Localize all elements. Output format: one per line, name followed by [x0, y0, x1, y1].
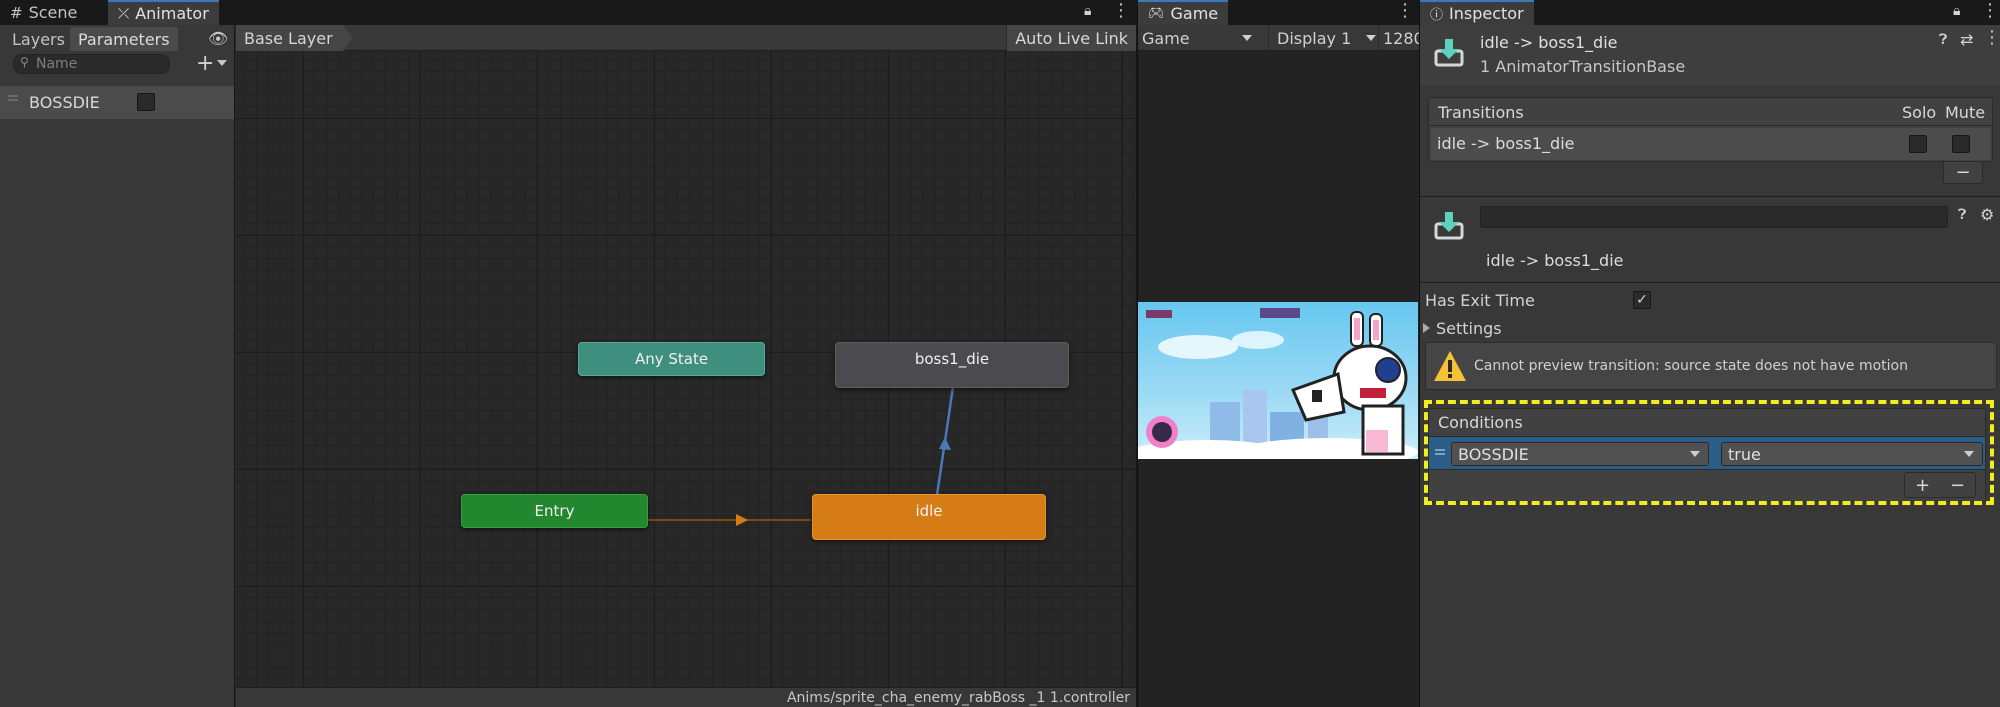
node-entry[interactable]: Entry: [461, 494, 648, 528]
divider: [1420, 282, 2000, 283]
more-menu-icon[interactable]: ⋮: [1112, 0, 1130, 21]
animator-window: # Scene ⤫ Animator 🔒︎ ⋮ Layers Parameter…: [0, 0, 1136, 707]
tab-parameters[interactable]: Parameters: [70, 27, 178, 51]
add-condition-button[interactable]: +: [1915, 475, 1930, 496]
inspector-title: idle -> boss1_die: [1480, 33, 1618, 52]
mute-column: Mute: [1945, 103, 1986, 122]
tab-layers[interactable]: Layers: [4, 27, 73, 51]
transitions-list-header: Transitions Solo Mute: [1429, 98, 1992, 126]
chevron-right-icon: [1423, 323, 1430, 333]
parameters-panel: Layers Parameters 👁︎ ⚲ Name + BOSSDIE: [0, 25, 235, 707]
animator-icon: ⤫: [118, 5, 130, 22]
more-menu-icon[interactable]: ⋮: [1396, 0, 1414, 21]
eye-icon[interactable]: 👁︎: [208, 29, 228, 48]
more-menu-icon[interactable]: ⋮: [1983, 27, 2000, 48]
transition-label: idle -> boss1_die: [1486, 251, 1624, 270]
animator-tabbar: # Scene ⤫ Animator 🔒︎ ⋮: [0, 0, 1136, 25]
conditions-footer: [1428, 470, 1986, 502]
parameter-bool-checkbox[interactable]: [137, 93, 155, 111]
search-icon: ⚲: [20, 55, 29, 69]
graph-toolbar: Base Layer Auto Live Link: [236, 25, 1136, 51]
help-icon[interactable]: ❓︎: [1958, 207, 1966, 223]
help-icon[interactable]: ❓︎: [1939, 32, 1947, 48]
node-any-state[interactable]: Any State: [578, 342, 765, 376]
tab-game[interactable]: 🎮︎ Game: [1138, 0, 1229, 25]
warning-box: Cannot preview transition: source state …: [1425, 342, 1997, 390]
mute-checkbox[interactable]: [1952, 135, 1970, 153]
game-mode-dropdown[interactable]: Game: [1142, 25, 1260, 51]
transitions-list: Transitions Solo Mute idle -> boss1_die: [1428, 97, 1993, 162]
parameter-search-input[interactable]: ⚲ Name: [13, 54, 170, 74]
gear-icon[interactable]: ⚙: [1980, 205, 1994, 224]
checkmark-icon: ✓: [1636, 292, 1648, 308]
condition-value-dropdown[interactable]: true: [1721, 442, 1983, 466]
resolution-dropdown[interactable]: 1280:: [1378, 25, 1420, 51]
node-idle[interactable]: idle: [812, 494, 1046, 540]
has-exit-time-label: Has Exit Time: [1425, 291, 1535, 310]
add-parameter-button[interactable]: +: [196, 51, 214, 76]
remove-condition-button[interactable]: −: [1950, 475, 1965, 496]
lock-icon[interactable]: 🔒︎: [1084, 3, 1091, 19]
chevron-down-icon: [1964, 451, 1974, 457]
drag-handle-icon[interactable]: [1435, 449, 1445, 451]
warning-text: Cannot preview transition: source state …: [1474, 358, 1908, 374]
presets-icon[interactable]: ⇄: [1960, 30, 1973, 49]
chevron-down-icon: [1242, 35, 1252, 41]
chevron-down-icon: [1366, 35, 1376, 41]
transition-name-input[interactable]: [1480, 206, 1948, 228]
chevron-down-icon: [1690, 451, 1700, 457]
remove-transition-button[interactable]: −: [1943, 162, 1983, 184]
breadcrumb[interactable]: Base Layer: [236, 25, 353, 51]
chevron-down-icon[interactable]: [217, 60, 227, 66]
settings-foldout[interactable]: Settings: [1423, 317, 1502, 339]
inspector-tabbar: ⓘ Inspector 🔒︎ ⋮: [1420, 0, 2000, 25]
controller-path: Anims/sprite_cha_enemy_rabBoss _1 1.cont…: [786, 689, 1130, 706]
tab-scene[interactable]: # Scene: [0, 0, 87, 25]
lock-icon[interactable]: 🔒︎: [1953, 3, 1960, 19]
inspector-window: ⓘ Inspector 🔒︎ ⋮ idle -> boss1_die 1 Ani…: [1419, 0, 2000, 707]
inspector-subtitle: 1 AnimatorTransitionBase: [1480, 57, 1686, 76]
more-menu-icon[interactable]: ⋮: [1981, 0, 1999, 21]
parameter-name: BOSSDIE: [29, 93, 100, 112]
game-viewport[interactable]: [1138, 302, 1418, 459]
warning-icon: [1434, 351, 1466, 381]
game-tabbar: 🎮︎ Game ⋮: [1138, 0, 1420, 25]
transition-row[interactable]: idle -> boss1_die: [1431, 128, 1990, 160]
transition-icon: [1434, 212, 1464, 240]
state-machine-graph[interactable]: Any State boss1_die Entry idle: [236, 51, 1136, 687]
has-exit-time-checkbox[interactable]: ✓: [1633, 291, 1651, 309]
condition-add-remove: + −: [1904, 472, 1976, 498]
entry-to-idle-arrowhead: [736, 514, 748, 526]
solo-column: Solo: [1902, 103, 1937, 122]
condition-parameter-dropdown[interactable]: BOSSDIE: [1451, 442, 1709, 466]
parameter-row-bossdie[interactable]: BOSSDIE: [0, 86, 234, 119]
display-dropdown[interactable]: Display 1: [1268, 25, 1376, 51]
node-boss1-die[interactable]: boss1_die: [835, 342, 1069, 388]
game-toolbar: Game Display 1 1280:: [1138, 25, 1420, 51]
auto-live-link-button[interactable]: Auto Live Link: [1006, 25, 1136, 51]
info-icon: ⓘ: [1430, 8, 1444, 23]
drag-handle-icon[interactable]: [8, 95, 18, 97]
inspector-header: idle -> boss1_die 1 AnimatorTransitionBa…: [1420, 25, 2000, 85]
gamepad-icon: 🎮︎: [1148, 6, 1165, 21]
game-scene-image: [1138, 308, 1418, 459]
game-window: 🎮︎ Game ⋮ Game Display 1 1280:: [1137, 0, 1420, 707]
condition-row[interactable]: BOSSDIE true: [1428, 436, 1986, 470]
divider: [1420, 196, 2000, 197]
solo-checkbox[interactable]: [1909, 135, 1927, 153]
status-bar: Anims/sprite_cha_enemy_rabBoss _1 1.cont…: [236, 687, 1136, 707]
conditions-header: Conditions: [1428, 408, 1986, 436]
idle-to-boss1die-arrowhead: [939, 437, 951, 450]
tab-inspector[interactable]: ⓘ Inspector: [1420, 0, 1534, 25]
grid-icon: #: [10, 3, 23, 22]
transition-icon: [1434, 39, 1464, 67]
tab-animator[interactable]: ⤫ Animator: [108, 0, 219, 25]
